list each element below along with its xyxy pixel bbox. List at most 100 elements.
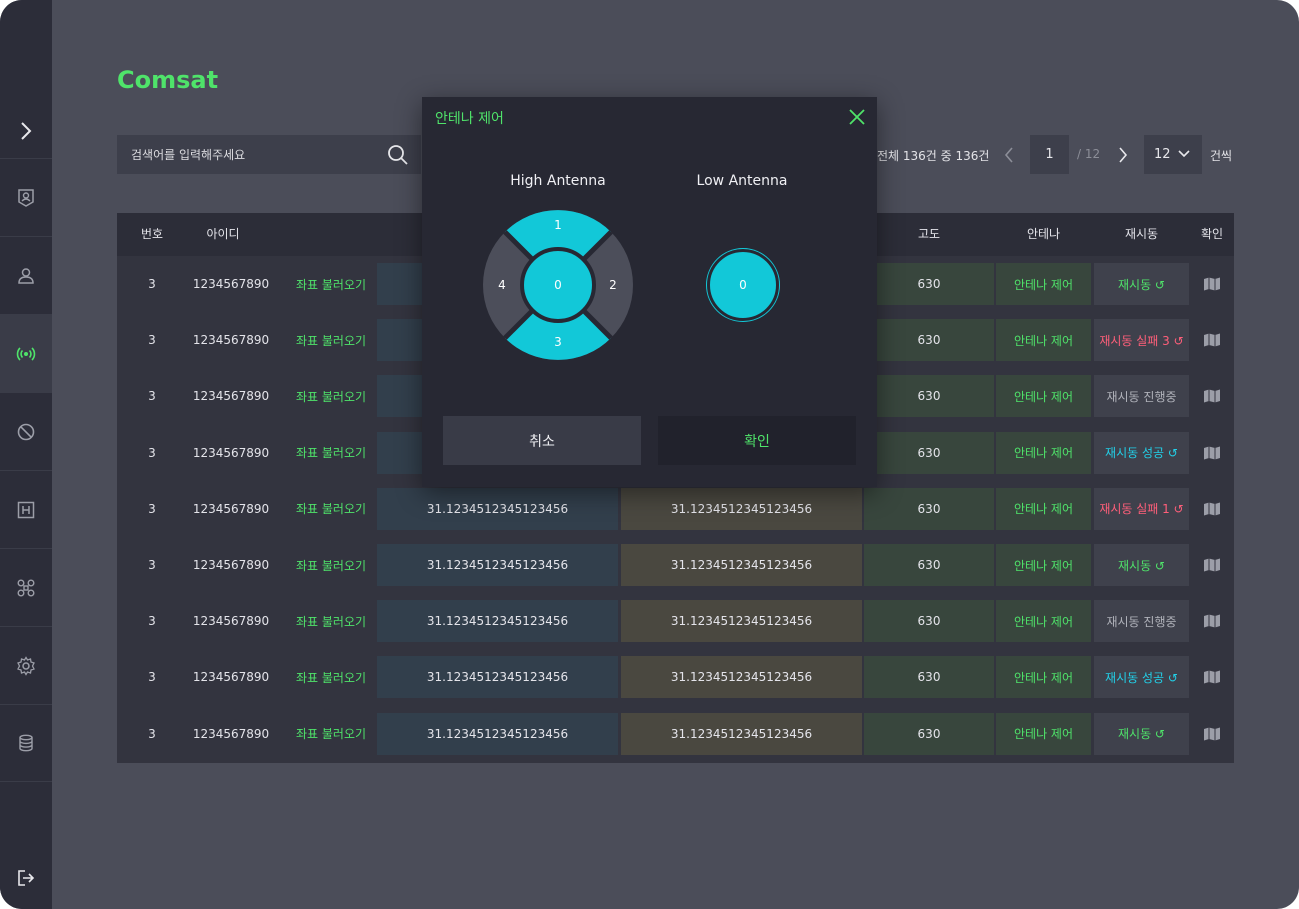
current-page-input[interactable]: 1 xyxy=(1030,135,1069,174)
search-icon[interactable] xyxy=(387,144,409,166)
antenna-control-button[interactable]: 안테나 제어 xyxy=(996,263,1091,305)
row-altitude: 630 xyxy=(864,600,994,643)
search-box xyxy=(117,135,421,174)
antenna-control-button[interactable]: 안테나 제어 xyxy=(996,544,1091,586)
restart-button[interactable]: 재시동 진행중 xyxy=(1094,600,1189,643)
sidebar-item-antenna[interactable] xyxy=(0,314,52,392)
row-id: 1234567890 xyxy=(192,445,270,460)
sidebar-item-database[interactable] xyxy=(0,704,52,782)
row-latitude: 31.1234512345123456 xyxy=(377,487,618,530)
map-icon[interactable] xyxy=(1197,319,1227,361)
confirm-button[interactable]: 확인 xyxy=(658,416,856,465)
map-icon[interactable] xyxy=(1197,544,1227,586)
sidebar-item-block[interactable] xyxy=(0,392,52,470)
row-no: 3 xyxy=(148,277,156,291)
row-altitude: 630 xyxy=(864,544,994,586)
antenna-control-button[interactable]: 안테나 제어 xyxy=(996,319,1091,362)
load-coord-link[interactable]: 좌표 불러오기 xyxy=(287,319,375,361)
map-icon[interactable] xyxy=(1197,375,1227,417)
antenna-control-button[interactable]: 안테나 제어 xyxy=(996,656,1091,699)
sidebar-item-settings[interactable] xyxy=(0,626,52,704)
row-altitude: 630 xyxy=(864,712,994,755)
map-icon[interactable] xyxy=(1197,656,1227,698)
chevron-right-icon xyxy=(21,122,32,140)
chevron-right-icon xyxy=(1119,147,1128,163)
load-coord-link[interactable]: 좌표 불러오기 xyxy=(287,544,375,586)
close-icon[interactable] xyxy=(847,107,867,127)
cancel-button[interactable]: 취소 xyxy=(443,416,641,465)
restart-button[interactable]: 재시동 성공 ↺ xyxy=(1094,656,1189,699)
row-no: 3 xyxy=(148,670,156,685)
map-icon[interactable] xyxy=(1197,263,1227,305)
restart-button[interactable]: 재시동 ↺ xyxy=(1094,712,1189,755)
dpad-down-label: 3 xyxy=(554,335,562,349)
total-count: 전체 136건 중 136건 xyxy=(877,149,990,163)
row-longitude: 31.1234512345123456 xyxy=(621,487,862,530)
dpad-right-button[interactable] xyxy=(610,259,632,311)
row-altitude: 630 xyxy=(864,319,994,362)
row-no: 3 xyxy=(148,614,156,629)
load-coord-link[interactable]: 좌표 불러오기 xyxy=(287,432,375,474)
row-id: 1234567890 xyxy=(192,670,270,685)
table-row: 3 1234567890 좌표 불러오기 31.1234512345123456 31.… xyxy=(117,537,1234,593)
map-icon[interactable] xyxy=(1197,488,1227,530)
row-altitude: 630 xyxy=(864,431,994,474)
table-row: 3 1234567890 좌표 불러오기 31.1234512345123456 31.… xyxy=(117,593,1234,649)
low-antenna-label: Low Antenna xyxy=(696,173,788,189)
antenna-control-button[interactable]: 안테나 제어 xyxy=(996,712,1091,755)
antenna-control-button[interactable]: 안테나 제어 xyxy=(996,600,1091,643)
row-latitude: 31.1234512345123456 xyxy=(377,544,618,586)
page-size-unit: 건씩 xyxy=(1210,149,1233,163)
row-id: 1234567890 xyxy=(192,501,270,516)
row-id: 1234567890 xyxy=(192,614,270,629)
row-longitude: 31.1234512345123456 xyxy=(621,600,862,643)
map-icon[interactable] xyxy=(1197,600,1227,642)
table-row: 3 1234567890 좌표 불러오기 31.1234512345123456 31.… xyxy=(117,481,1234,537)
dpad-center-label: 0 xyxy=(554,278,562,292)
block-icon xyxy=(17,423,35,440)
logout-button[interactable] xyxy=(0,862,52,894)
next-page-button[interactable] xyxy=(1112,143,1134,167)
antenna-control-modal: 안테나 제어 High Antenna Low Antenna 1 2 3 4 … xyxy=(422,97,877,487)
map-icon[interactable] xyxy=(1197,432,1227,474)
header-antenna: 안테나 xyxy=(1026,227,1061,241)
dpad-left-button[interactable] xyxy=(484,259,506,311)
load-coord-link[interactable]: 좌표 불러오기 xyxy=(287,488,375,530)
restart-button[interactable]: 재시동 실패 1 ↺ xyxy=(1094,487,1189,530)
restart-button[interactable]: 재시동 ↺ xyxy=(1094,544,1189,586)
chevron-left-icon xyxy=(1004,147,1013,163)
sidebar-item-badge[interactable] xyxy=(0,158,52,236)
header-alt: 고도 xyxy=(917,227,941,241)
antenna-control-button[interactable]: 안테나 제어 xyxy=(996,487,1091,530)
restart-button[interactable]: 재시동 진행중 xyxy=(1094,375,1189,418)
header-restart: 재시동 xyxy=(1124,227,1159,241)
row-no: 3 xyxy=(148,389,156,404)
low-antenna-button[interactable]: 0 xyxy=(707,249,779,321)
load-coord-link[interactable]: 좌표 불러오기 xyxy=(287,263,375,305)
load-coord-link[interactable]: 좌표 불러오기 xyxy=(287,713,375,755)
row-no: 3 xyxy=(148,558,156,572)
restart-button[interactable]: 재시동 ↺ xyxy=(1094,263,1189,305)
prev-page-button[interactable] xyxy=(998,143,1020,167)
map-icon[interactable] xyxy=(1197,713,1227,755)
page-size-value: 12 xyxy=(1154,147,1171,162)
sidebar-item-drone[interactable] xyxy=(0,548,52,626)
total-pages: / 12 xyxy=(1077,147,1101,161)
page-size-select[interactable]: 12 xyxy=(1144,135,1202,174)
user-icon xyxy=(18,267,34,284)
restart-button[interactable]: 재시동 성공 ↺ xyxy=(1094,431,1189,474)
antenna-control-button[interactable]: 안테나 제어 xyxy=(996,375,1091,418)
logout-icon xyxy=(18,870,35,886)
sidebar-item-user[interactable] xyxy=(0,236,52,314)
sidebar-item-helipad[interactable] xyxy=(0,470,52,548)
chevron-down-icon xyxy=(1178,150,1190,158)
load-coord-link[interactable]: 좌표 불러오기 xyxy=(287,375,375,417)
expand-sidebar-button[interactable] xyxy=(0,110,52,152)
restart-button[interactable]: 재시동 실패 3 ↺ xyxy=(1094,319,1189,362)
table-row: 3 1234567890 좌표 불러오기 31.1234512345123456 31.… xyxy=(117,649,1234,705)
search-input[interactable] xyxy=(117,135,377,174)
load-coord-link[interactable]: 좌표 불러오기 xyxy=(287,600,375,642)
load-coord-link[interactable]: 좌표 불러오기 xyxy=(287,656,375,698)
antenna-control-button[interactable]: 안테나 제어 xyxy=(996,431,1091,474)
app-frame: Comsat 전체 136건 중 136건 1 / 12 12 건씩 번호 아이… xyxy=(0,0,1299,909)
